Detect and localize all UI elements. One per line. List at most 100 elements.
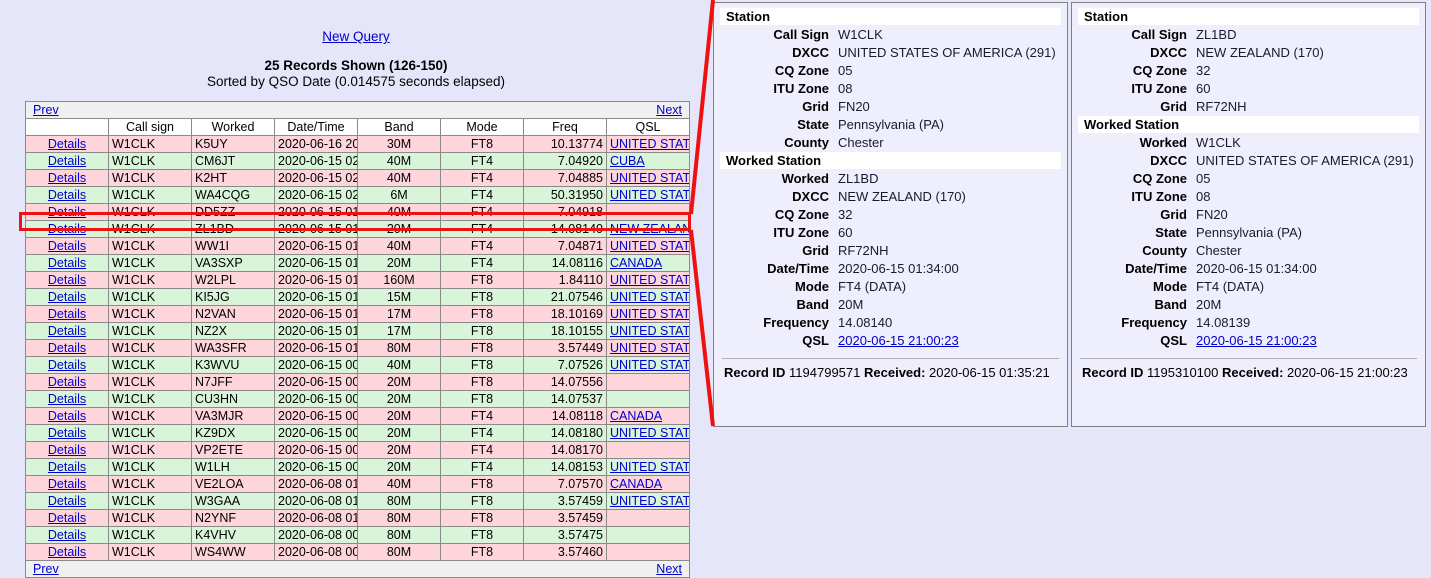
details-link[interactable]: Details [48, 494, 86, 508]
qsl-country-link[interactable]: UNITED STATES OF AMERICA [610, 239, 689, 253]
qsl-cell [606, 441, 690, 459]
datetime-cell: 2020-06-08 01:11:00 [274, 475, 358, 493]
details-link[interactable]: Details [48, 137, 86, 151]
details-link[interactable]: Details [48, 341, 86, 355]
datetime-cell: 2020-06-15 00:55:00 [274, 356, 358, 374]
qsl-date-link[interactable]: 2020-06-15 21:00:23 [1196, 333, 1317, 348]
qsl-country-link[interactable]: UNITED STATES OF AMERICA [610, 137, 689, 151]
qsl-country-link[interactable]: CANADA [610, 256, 662, 270]
qsl-country-link[interactable]: UNITED STATES OF AMERICA [610, 324, 689, 338]
details-link[interactable]: Details [48, 409, 86, 423]
detail-field-value: 32 [1196, 63, 1211, 78]
details-link[interactable]: Details [48, 222, 86, 236]
qsl-cell: UNITED STATES OF AMERICA [606, 322, 690, 340]
details-link[interactable]: Details [48, 205, 86, 219]
qsl-country-link[interactable]: UNITED STATES OF AMERICA [610, 426, 689, 440]
detail-field-value: FT4 (DATA) [838, 279, 907, 294]
detail-field-row: ITU Zone 60 [720, 224, 1061, 242]
received-label: Received: [864, 365, 926, 380]
details-link[interactable]: Details [48, 477, 86, 491]
next-link[interactable]: Next [656, 562, 682, 577]
qsl-country-link[interactable]: CUBA [610, 154, 645, 168]
detail-field-row: QSL 2020-06-15 21:00:23 [720, 332, 1061, 350]
detail-field-value: FT4 (DATA) [1196, 279, 1265, 294]
qsl-country-link[interactable]: UNITED STATES OF AMERICA [610, 494, 689, 508]
frequency-cell: 14.08140 [523, 220, 607, 238]
qsl-country-link[interactable]: UNITED STATES OF AMERICA [610, 358, 689, 372]
details-link[interactable]: Details [48, 545, 86, 559]
detail-field-row: ITU Zone 60 [1078, 80, 1419, 98]
mode-cell: FT8 [440, 492, 524, 510]
detail-field-label: QSL [802, 333, 829, 348]
details-link[interactable]: Details [48, 443, 86, 457]
details-link[interactable]: Details [48, 426, 86, 440]
worked-call-cell: VA3MJR [191, 407, 275, 425]
prev-link[interactable]: Prev [33, 562, 59, 577]
detail-field-row: Call Sign ZL1BD [1078, 26, 1419, 44]
details-link[interactable]: Details [48, 273, 86, 287]
qsl-country-link[interactable]: UNITED STATES OF AMERICA [610, 460, 689, 474]
call-sign-cell: W1CLK [108, 220, 192, 238]
details-link[interactable]: Details [48, 307, 86, 321]
call-sign-cell: W1CLK [108, 186, 192, 204]
detail-field-row: Grid RF72NH [1078, 98, 1419, 116]
details-link[interactable]: Details [48, 528, 86, 542]
band-cell: 20M [357, 458, 441, 476]
record-id-line: Record ID 1195310100 Received: 2020-06-1… [1078, 365, 1419, 380]
details-link[interactable]: Details [48, 358, 86, 372]
detail-field-value: 14.08140 [838, 315, 893, 330]
detail-field-row: CQ Zone 32 [1078, 62, 1419, 80]
datetime-cell: 2020-06-15 01:29:00 [274, 254, 358, 272]
detail-field-value: 08 [1196, 189, 1211, 204]
detail-field-value: 2020-06-15 21:00:23 [838, 332, 1061, 350]
column-header-worked: Worked [191, 118, 275, 136]
qsl-country-link[interactable]: UNITED STATES OF AMERICA [610, 171, 689, 185]
details-link[interactable]: Details [48, 256, 86, 270]
new-query-link[interactable]: New Query [322, 29, 390, 44]
details-link[interactable]: Details [48, 171, 86, 185]
detail-field-label: QSL [1160, 333, 1187, 348]
details-link[interactable]: Details [48, 511, 86, 525]
details-link[interactable]: Details [48, 290, 86, 304]
detail-field-label: State [1155, 225, 1187, 240]
detail-field-row: County Chester [720, 134, 1061, 152]
detail-field-row: Grid RF72NH [720, 242, 1061, 260]
detail-field-row: Band 20M [1078, 296, 1419, 314]
details-link[interactable]: Details [48, 375, 86, 389]
pagination-row-top: Prev Next [25, 101, 690, 119]
mode-cell: FT4 [440, 203, 524, 221]
band-cell: 17M [357, 305, 441, 323]
prev-link[interactable]: Prev [33, 103, 59, 118]
qsl-date-link[interactable]: 2020-06-15 21:00:23 [838, 333, 959, 348]
qsl-country-link[interactable]: NEW ZEALAND [610, 222, 689, 236]
next-link[interactable]: Next [656, 103, 682, 118]
qsl-country-link[interactable]: UNITED STATES OF AMERICA [610, 273, 689, 287]
table-row: Details W1CLKCU3HN2020-06-15 00:32:0020MF… [25, 390, 690, 408]
band-cell: 160M [357, 271, 441, 289]
qsl-country-link[interactable]: UNITED STATES OF AMERICA [610, 290, 689, 304]
qsl-country-link[interactable]: UNITED STATES OF AMERICA [610, 307, 689, 321]
qsl-country-link[interactable]: UNITED STATES OF AMERICA [610, 341, 689, 355]
qsl-cell [606, 509, 690, 527]
details-link[interactable]: Details [48, 188, 86, 202]
qsl-country-link[interactable]: UNITED STATES OF AMERICA [610, 188, 689, 202]
qsl-cell: CANADA [606, 254, 690, 272]
detail-field-row: QSL 2020-06-15 21:00:23 [1078, 332, 1419, 350]
mode-cell: FT8 [440, 526, 524, 544]
details-link[interactable]: Details [48, 324, 86, 338]
qsl-country-link[interactable]: CANADA [610, 477, 662, 491]
datetime-cell: 2020-06-15 01:43:00 [274, 203, 358, 221]
band-cell: 80M [357, 492, 441, 510]
detail-field-value: 20M [1196, 297, 1222, 312]
band-cell: 80M [357, 509, 441, 527]
qsl-country-link[interactable]: CANADA [610, 409, 662, 423]
mode-cell: FT8 [440, 271, 524, 289]
detail-field-row: Date/Time 2020-06-15 01:34:00 [720, 260, 1061, 278]
details-link[interactable]: Details [48, 239, 86, 253]
worked-call-cell: WS4WW [191, 543, 275, 561]
details-link[interactable]: Details [48, 392, 86, 406]
details-link[interactable]: Details [48, 154, 86, 168]
frequency-cell: 3.57460 [523, 543, 607, 561]
details-link[interactable]: Details [48, 460, 86, 474]
column-header-band: Band [357, 118, 441, 136]
